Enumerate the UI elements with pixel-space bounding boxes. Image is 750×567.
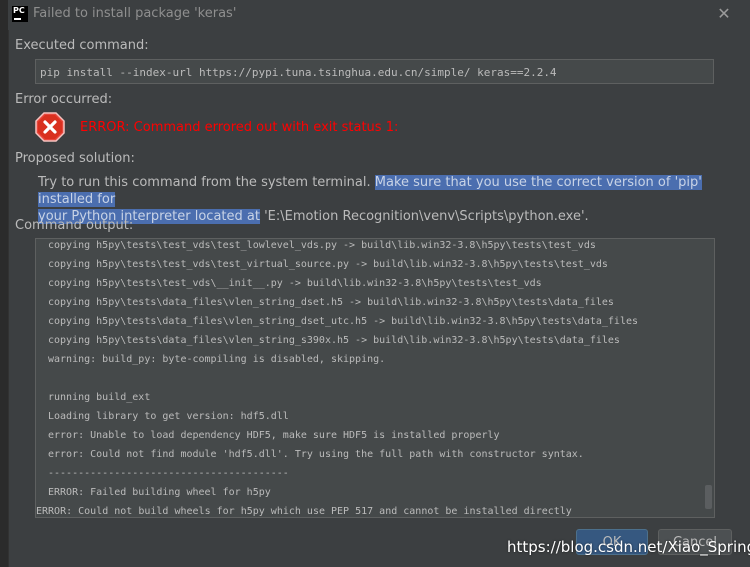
error-message: ERROR: Command errored out with exit sta… [80, 120, 399, 135]
csdn-watermark: https://blog.csdn.net/Xiao_Spring [507, 538, 750, 556]
command-output-lines: copying h5py\tests\test_vds\test_lowleve… [36, 239, 700, 517]
output-line: Loading library to get version: hdf5.dll [48, 411, 289, 422]
executed-command-label: Executed command: [15, 38, 149, 53]
proposed-solution-text: Try to run this command from the system … [38, 174, 718, 225]
dialog-title: Failed to install package 'keras' [33, 6, 237, 21]
output-line: ---------------------------------------- [48, 468, 289, 479]
solution-interpreter-path: 'E:\Emotion Recognition\venv\Scripts\pyt… [259, 209, 589, 224]
output-line: copying h5py\tests\data_files\vlen_strin… [48, 335, 620, 346]
error-occurred-label: Error occurred: [15, 92, 113, 107]
command-output-area[interactable]: copying h5py\tests\test_vds\test_lowleve… [35, 238, 715, 518]
output-scrollbar-thumb[interactable] [705, 485, 712, 509]
app-logo-text: PC [13, 6, 25, 15]
output-line: ERROR: Could not build wheels for h5py w… [36, 506, 572, 517]
output-scrollbar[interactable] [704, 239, 714, 517]
proposed-solution-label: Proposed solution: [15, 151, 135, 166]
close-icon[interactable]: ✕ [716, 6, 732, 22]
output-line: copying h5py\tests\data_files\vlen_strin… [48, 316, 639, 327]
output-line: copying h5py\tests\data_files\vlen_strin… [48, 297, 614, 308]
dialog-titlebar: PC Failed to install package 'keras' ✕ [8, 0, 750, 30]
executed-command-field[interactable]: pip install --index-url https://pypi.tun… [35, 59, 714, 84]
output-line: copying h5py\tests\test_vds\test_virtual… [48, 259, 608, 270]
output-line: copying h5py\tests\test_vds\__init__.py … [48, 278, 542, 289]
output-line: copying h5py\tests\test_vds\test_lowleve… [48, 240, 596, 251]
command-output-label: Command output: [15, 218, 134, 233]
solution-text-plain: Try to run this command from the system … [38, 175, 375, 190]
error-x-icon [35, 112, 65, 142]
ide-background-strip [0, 0, 9, 567]
output-line: ERROR: Failed building wheel for h5py [48, 487, 271, 498]
output-line: running build_ext [48, 392, 151, 403]
pycharm-logo-icon: PC [12, 6, 28, 22]
output-line: error: Could not find module 'hdf5.dll'.… [48, 449, 584, 460]
output-line: warning: build_py: byte-compiling is dis… [48, 354, 386, 365]
output-line: error: Unable to load dependency HDF5, m… [48, 430, 500, 441]
